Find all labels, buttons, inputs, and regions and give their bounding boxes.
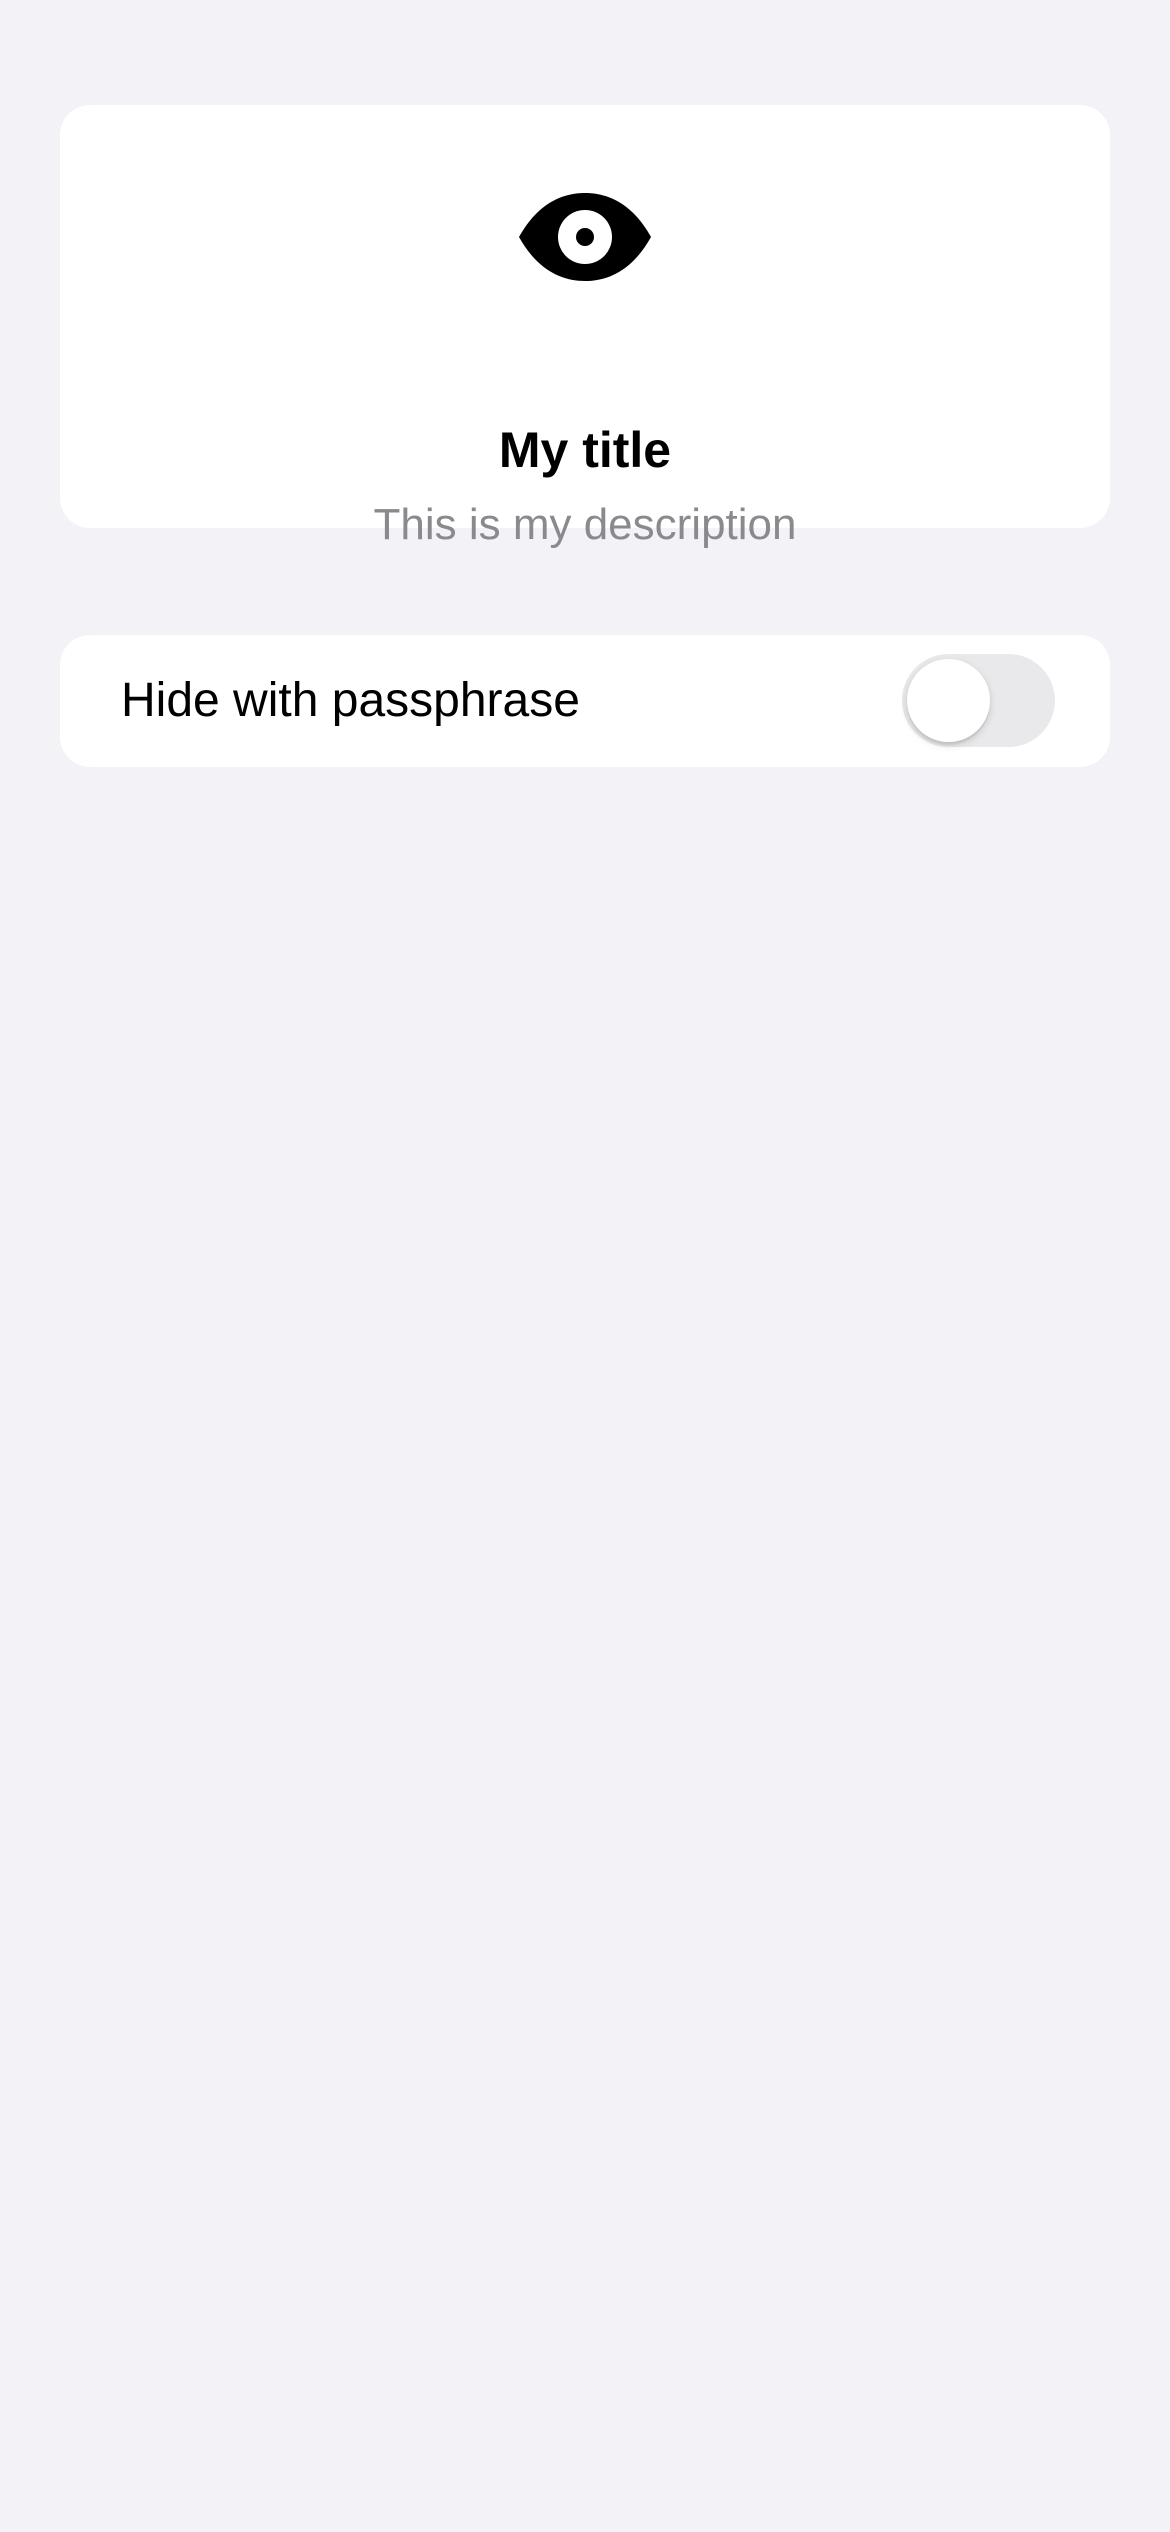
eye-icon — [519, 193, 651, 281]
header-title: My title — [498, 422, 672, 478]
settings-card: Hide with passphrase — [60, 635, 1110, 767]
header-card: My title This is my description — [60, 105, 1110, 547]
header-description: This is my description — [373, 500, 797, 549]
hide-with-passphrase-label: Hide with passphrase — [121, 674, 580, 727]
hide-with-passphrase-toggle[interactable] — [902, 654, 1055, 747]
toggle-knob — [907, 659, 990, 742]
